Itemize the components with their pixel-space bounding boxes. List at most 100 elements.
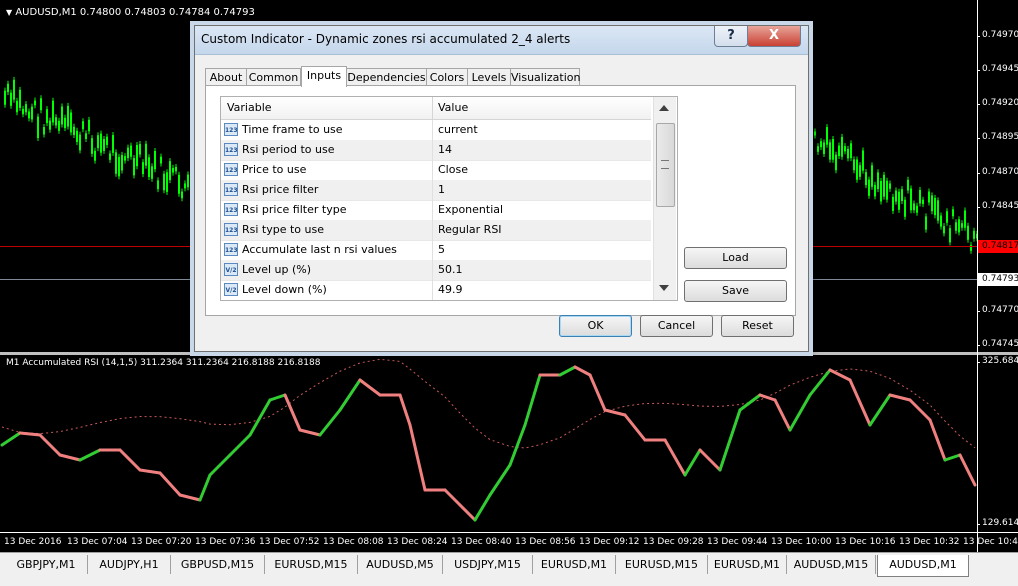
indicator-pane[interactable]: M1 Accumulated RSI (14,1,5) 311.2364 311…: [0, 355, 977, 532]
rsi-down-segment: [573, 365, 592, 377]
chart-tab[interactable]: GBPUSD,M15: [171, 555, 265, 574]
input-row[interactable]: 123 Time frame to use current: [221, 120, 651, 141]
time-tick: 13 Dec 08:56: [515, 537, 576, 547]
rsi-down-segment: [623, 413, 647, 442]
cell-divider: [432, 200, 433, 220]
candle-body: [871, 165, 873, 187]
tab-visualization[interactable]: Visualization: [510, 68, 580, 86]
candle-body: [889, 183, 891, 189]
input-row[interactable]: V/2 Level down (%) 49.9: [221, 280, 651, 300]
chart-tab-active[interactable]: AUDUSD,M1: [877, 555, 969, 577]
price-axis[interactable]: 0.74970 0.74945 0.74920 0.74895 0.74870 …: [976, 0, 1018, 552]
chart-tab[interactable]: AUDUSD,M15: [787, 555, 876, 574]
rsi-down-segment: [848, 378, 872, 427]
inputs-grid[interactable]: Variable Value 123 Time frame to use cur…: [220, 96, 678, 301]
candle-body: [109, 153, 111, 160]
chart-tab[interactable]: EURUSD,M15: [265, 555, 358, 574]
load-button[interactable]: Load: [684, 247, 787, 269]
tab-common[interactable]: Common: [246, 68, 301, 86]
price-tick: 0.74745: [976, 339, 1018, 349]
candle-body: [136, 144, 138, 167]
variable-value[interactable]: Regular RSI: [438, 223, 502, 236]
save-button[interactable]: Save: [684, 280, 787, 302]
value-column-header[interactable]: Value: [438, 101, 468, 114]
rsi-up-segment: [718, 408, 742, 472]
variable-value[interactable]: 49.9: [438, 283, 463, 296]
input-row[interactable]: V/2 Level up (%) 50.1: [221, 260, 651, 281]
tab-about[interactable]: About: [205, 68, 247, 86]
candle-body: [160, 156, 162, 164]
rsi-up-segment: [78, 448, 102, 462]
rsi-down-segment: [588, 373, 607, 412]
scroll-up-icon[interactable]: [659, 105, 669, 111]
chart-tab[interactable]: AUDJPY,H1: [88, 555, 171, 574]
help-button[interactable]: ?: [714, 26, 748, 47]
time-tick: 13 Dec 10:32: [899, 537, 960, 547]
input-row[interactable]: 123 Rsi price filter 1: [221, 180, 651, 201]
chart-tab[interactable]: GBPJPY,M1: [5, 555, 88, 574]
cell-divider: [432, 180, 433, 200]
time-axis[interactable]: 13 Dec 2016 13 Dec 07:04 13 Dec 07:20 13…: [0, 532, 1018, 553]
candle-body: [118, 156, 120, 177]
reset-button[interactable]: Reset: [721, 315, 794, 337]
candle-body: [952, 209, 954, 217]
cancel-button[interactable]: Cancel: [640, 315, 713, 337]
variable-value[interactable]: 14: [438, 143, 452, 156]
chart-tab[interactable]: EURUSD,M1: [533, 555, 616, 574]
integer-icon: 123: [224, 243, 238, 256]
variable-value[interactable]: 50.1: [438, 263, 463, 276]
tab-dependencies[interactable]: Dependencies: [346, 68, 427, 86]
variable-value[interactable]: Exponential: [438, 203, 503, 216]
candle-body: [925, 216, 927, 230]
chart-tab[interactable]: EURUSD,M1: [708, 555, 787, 574]
scroll-thumb[interactable]: [656, 123, 675, 207]
dialog-titlebar[interactable]: Custom Indicator - Dynamic zones rsi acc…: [195, 26, 808, 55]
column-divider[interactable]: [432, 97, 433, 119]
candle-body: [4, 90, 6, 105]
chart-tab[interactable]: AUDUSD,M5: [358, 555, 443, 574]
variable-value[interactable]: current: [438, 123, 478, 136]
price-tick: 0.74895: [976, 132, 1018, 142]
candle-body: [820, 141, 822, 148]
candle-body: [190, 170, 192, 182]
scroll-down-icon[interactable]: [659, 285, 669, 291]
input-row[interactable]: 123 Rsi type to use Regular RSI: [221, 220, 651, 241]
candle-body: [853, 159, 855, 171]
chart-tab[interactable]: EURUSD,M15: [616, 555, 708, 574]
close-button[interactable]: X: [747, 26, 801, 47]
time-tick: 13 Dec 09:12: [579, 537, 640, 547]
candle-body: [898, 191, 900, 210]
candle-body: [46, 109, 48, 124]
rsi-up-segment: [0, 431, 22, 447]
candle-body: [112, 135, 114, 153]
candle-body: [829, 142, 831, 160]
variable-name: Level down (%): [242, 283, 327, 296]
variable-value[interactable]: 5: [438, 243, 445, 256]
input-row[interactable]: 123 Rsi price filter type Exponential: [221, 200, 651, 221]
grid-scrollbar[interactable]: [653, 97, 676, 300]
ok-button[interactable]: OK: [559, 315, 632, 337]
input-row[interactable]: 123 Rsi period to use 14: [221, 140, 651, 161]
input-row[interactable]: 123 Accumulate last n rsi values 5: [221, 240, 651, 261]
tab-levels[interactable]: Levels: [467, 68, 511, 86]
candle-body: [961, 223, 963, 228]
candle-body: [946, 211, 948, 223]
tab-colors[interactable]: Colors: [426, 68, 468, 86]
candle-body: [856, 159, 858, 180]
tab-inputs[interactable]: Inputs: [301, 66, 347, 87]
variable-value[interactable]: 1: [438, 183, 445, 196]
chart-title: ▼ AUDUSD,M1 0.74800 0.74803 0.74784 0.74…: [6, 7, 255, 18]
chart-tab[interactable]: USDJPY,M15: [443, 555, 533, 574]
candle-body: [115, 152, 117, 174]
candle-body: [76, 130, 78, 142]
candle-body: [826, 127, 828, 145]
candle-body: [22, 108, 24, 115]
chart-menu-icon[interactable]: ▼: [6, 8, 12, 17]
custom-indicator-dialog: Custom Indicator - Dynamic zones rsi acc…: [194, 25, 809, 352]
variable-value[interactable]: Close: [438, 163, 468, 176]
candle-body: [883, 174, 885, 197]
input-row[interactable]: 123 Price to use Close: [221, 160, 651, 181]
candle-body: [91, 138, 93, 154]
variable-column-header[interactable]: Variable: [227, 101, 272, 114]
rsi-down-segment: [283, 393, 302, 432]
